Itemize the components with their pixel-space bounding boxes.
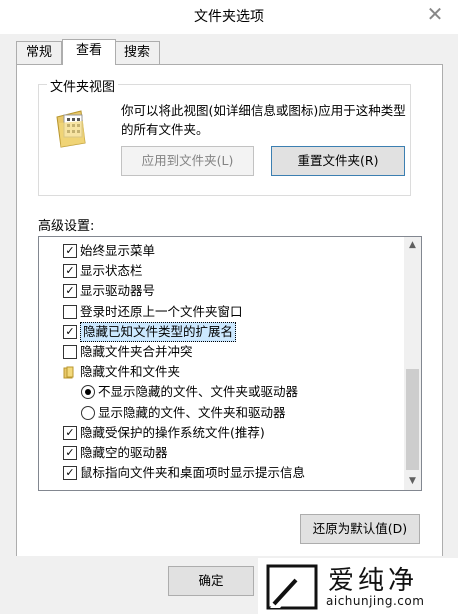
advanced-setting-label: 隐藏文件和文件夹: [80, 364, 181, 380]
advanced-setting-row[interactable]: ✓ 隐藏已知文件类型的扩展名: [39, 321, 403, 342]
advanced-setting-row[interactable]: ✓ 隐藏空的驱动器: [39, 443, 403, 463]
advanced-setting-row[interactable]: 不显示隐藏的文件、文件夹或驱动器: [39, 382, 403, 402]
checkbox-unchecked-icon[interactable]: [63, 304, 77, 319]
window-title: 文件夹选项: [194, 9, 264, 25]
restore-defaults-button[interactable]: 还原为默认值(D): [300, 514, 420, 544]
watermark-logo-icon: [266, 564, 318, 610]
checkbox-checked-icon[interactable]: ✓: [63, 446, 77, 460]
tab-view[interactable]: 查看: [62, 39, 116, 65]
advanced-setting-label: 隐藏已知文件类型的扩展名: [80, 321, 237, 342]
checkbox-checked-icon[interactable]: ✓: [63, 284, 77, 299]
radio-selected-icon[interactable]: [81, 385, 95, 400]
reset-folders-button[interactable]: 重置文件夹(R): [271, 146, 405, 176]
tab-search[interactable]: 搜索: [114, 41, 160, 64]
folder-icon: [63, 366, 74, 379]
advanced-setting-label: 显示隐藏的文件、文件夹和驱动器: [98, 404, 286, 420]
tab-general[interactable]: 常规: [16, 41, 62, 64]
scrollbar-thumb[interactable]: [406, 369, 419, 470]
advanced-setting-label: 始终显示菜单: [80, 243, 156, 258]
scroll-up-icon[interactable]: ▲: [404, 237, 421, 254]
folder-options-dialog: 文件夹选项 ✕ 常规 查看 搜索 文件夹视图 你可以将此视图(如详细信息或图标)…: [0, 0, 458, 614]
folder-views-title: 文件夹视图: [47, 76, 119, 95]
advanced-setting-row[interactable]: 登录时还原上一个文件夹窗口: [39, 302, 403, 322]
advanced-setting-label: 显示驱动器号: [80, 283, 156, 299]
checkbox-checked-icon[interactable]: ✓: [63, 244, 77, 258]
advanced-setting-row[interactable]: 显示隐藏的文件、文件夹和驱动器: [39, 403, 403, 423]
apply-to-folders-button[interactable]: 应用到文件夹(L): [121, 146, 254, 176]
vertical-scrollbar[interactable]: ▲ ▼: [404, 237, 421, 490]
folder-views-description: 你可以将此视图(如详细信息或图标)应用于这种类型的所有文件夹。: [121, 103, 406, 137]
view-tab-panel: 文件夹视图 你可以将此视图(如详细信息或图标)应用于这种类型的所有文件夹。 应用…: [16, 64, 443, 558]
checkbox-checked-icon[interactable]: ✓: [63, 425, 77, 440]
advanced-setting-label: 隐藏空的驱动器: [80, 445, 168, 460]
advanced-setting-row[interactable]: ✓ 鼠标指向文件夹和桌面项时显示提示信息: [39, 463, 403, 483]
radio-unselected-icon[interactable]: [81, 405, 95, 420]
checkbox-checked-icon[interactable]: ✓: [63, 324, 77, 339]
advanced-setting-label: 隐藏文件夹合并冲突: [80, 344, 193, 359]
checkbox-checked-icon[interactable]: ✓: [63, 264, 77, 279]
folder-view-icon: [56, 110, 86, 148]
close-button[interactable]: ✕: [420, 0, 450, 30]
advanced-setting-label: 隐藏受保护的操作系统文件(推荐): [80, 424, 265, 440]
title-bar: 文件夹选项 ✕: [0, 0, 458, 34]
advanced-setting-row[interactable]: ✓ 显示驱动器号: [39, 281, 403, 301]
watermark-name: 爱纯净: [328, 566, 419, 596]
advanced-setting-label: 显示状态栏: [80, 263, 143, 279]
advanced-setting-row[interactable]: 隐藏文件夹合并冲突: [39, 342, 403, 362]
advanced-setting-label: 登录时还原上一个文件夹窗口: [80, 303, 243, 319]
advanced-setting-label: 鼠标指向文件夹和桌面项时显示提示信息: [80, 465, 306, 481]
checkbox-unchecked-icon[interactable]: [63, 345, 77, 359]
ok-button[interactable]: 确定: [168, 566, 254, 596]
advanced-setting-row[interactable]: ✓ 始终显示菜单: [39, 241, 403, 261]
folder-views-group: 文件夹视图 你可以将此视图(如详细信息或图标)应用于这种类型的所有文件夹。 应用…: [38, 76, 411, 196]
advanced-setting-row[interactable]: ✓ 隐藏受保护的操作系统文件(推荐): [39, 423, 403, 443]
watermark-url: aichunjing.com: [326, 594, 425, 608]
advanced-setting-label: 不显示隐藏的文件、文件夹或驱动器: [98, 384, 299, 400]
advanced-settings-list[interactable]: ✓ 始终显示菜单 ✓ 显示状态栏 ✓ 显示驱动器号 登录时还原上一个文件夹窗口 ✓ 隐藏已知文件…: [38, 236, 422, 491]
scroll-down-icon[interactable]: ▼: [404, 473, 421, 490]
advanced-setting-row[interactable]: 隐藏文件和文件夹: [39, 362, 403, 382]
watermark: 爱纯净 aichunjing.com: [258, 558, 458, 614]
advanced-settings-label: 高级设置:: [38, 219, 95, 234]
advanced-setting-row[interactable]: ✓ 显示状态栏: [39, 261, 403, 281]
checkbox-checked-icon[interactable]: ✓: [63, 466, 77, 481]
